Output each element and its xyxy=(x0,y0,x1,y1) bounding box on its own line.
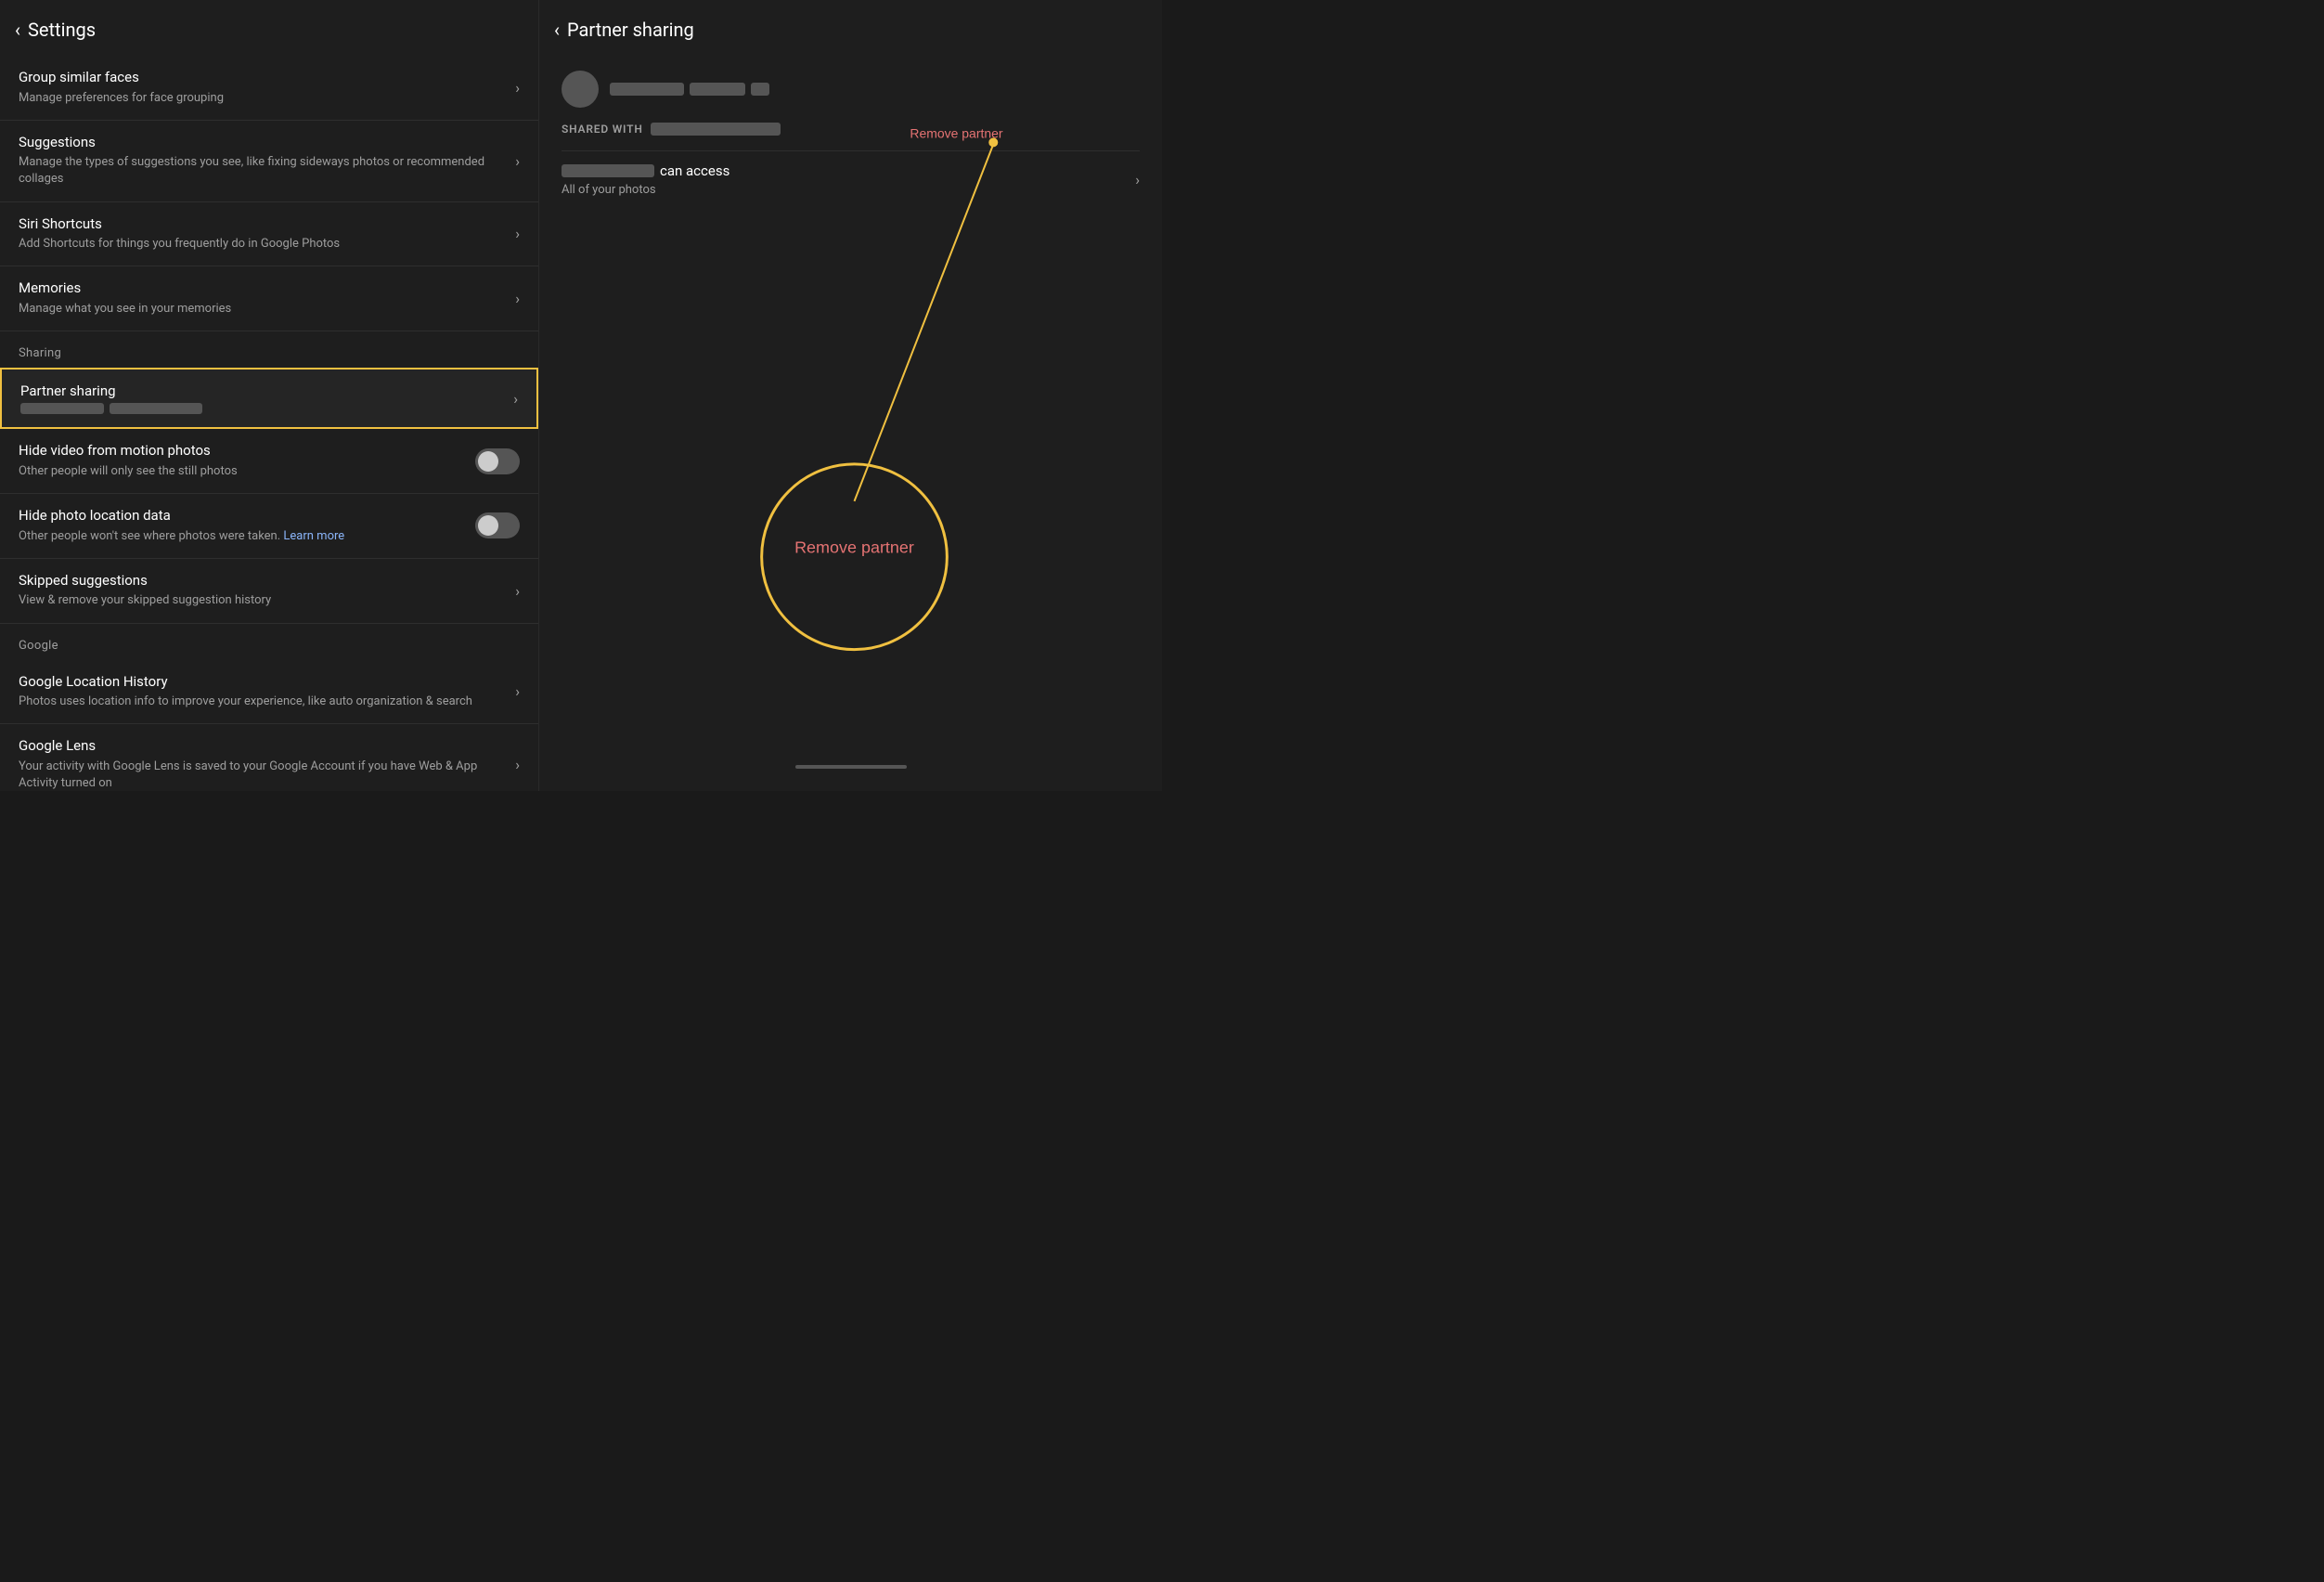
item-subtitle-google-lens: Your activity with Google Lens is saved … xyxy=(19,759,504,791)
bottom-bar xyxy=(795,765,907,769)
partner-account-row xyxy=(562,71,1140,108)
chevron-icon-suggestions: › xyxy=(515,152,520,170)
settings-item-group-similar-faces[interactable]: Group similar faces Manage preferences f… xyxy=(0,56,538,121)
partner-sharing-panel: ‹ Partner sharing SHARED WITH can access xyxy=(538,0,1162,791)
name-block-3 xyxy=(751,83,769,96)
settings-item-hide-video[interactable]: Hide video from motion photos Other peop… xyxy=(0,429,538,494)
partner-sharing-content: SHARED WITH can access All of your photo… xyxy=(539,56,1162,230)
chevron-icon-skipped-suggestions: › xyxy=(515,582,520,600)
settings-item-google-lens[interactable]: Google Lens Your activity with Google Le… xyxy=(0,724,538,791)
redacted-name-1 xyxy=(20,403,104,414)
item-subtitle-siri-shortcuts: Add Shortcuts for things you frequently … xyxy=(19,236,504,253)
chevron-icon-memories: › xyxy=(515,290,520,307)
hide-location-toggle[interactable] xyxy=(475,512,520,538)
item-subtitle-partner-sharing xyxy=(20,403,502,414)
settings-item-skipped-suggestions[interactable]: Skipped suggestions View & remove your s… xyxy=(0,559,538,624)
item-title-google-lens: Google Lens xyxy=(19,737,504,756)
item-title-suggestions: Suggestions xyxy=(19,134,504,152)
name-block-1 xyxy=(610,83,684,96)
access-name-block xyxy=(562,164,654,177)
redacted-name-2 xyxy=(110,403,202,414)
partner-sharing-title: Partner sharing xyxy=(567,19,694,41)
chevron-icon-google-lens: › xyxy=(515,756,520,773)
learn-more-link[interactable]: Learn more xyxy=(283,529,344,543)
chevron-icon-group-similar-faces: › xyxy=(515,79,520,97)
shared-with-row: SHARED WITH xyxy=(562,123,1140,136)
access-subtitle: All of your photos xyxy=(562,183,1135,197)
chevron-icon-access: › xyxy=(1135,171,1140,188)
settings-panel: ‹ Settings Group similar faces Manage pr… xyxy=(0,0,538,791)
item-title-siri-shortcuts: Siri Shortcuts xyxy=(19,215,504,234)
settings-back-button[interactable]: ‹ xyxy=(15,19,20,41)
item-subtitle-hide-video: Other people will only see the still pho… xyxy=(19,463,464,480)
sharing-section-label: Sharing xyxy=(0,331,538,368)
settings-item-suggestions[interactable]: Suggestions Manage the types of suggesti… xyxy=(0,121,538,202)
settings-item-hide-location[interactable]: Hide photo location data Other people wo… xyxy=(0,494,538,559)
item-subtitle-google-location: Photos uses location info to improve you… xyxy=(19,694,504,710)
settings-item-google-location[interactable]: Google Location History Photos uses loca… xyxy=(0,660,538,725)
item-title-google-location: Google Location History xyxy=(19,673,504,692)
item-subtitle-memories: Manage what you see in your memories xyxy=(19,301,504,318)
settings-item-memories[interactable]: Memories Manage what you see in your mem… xyxy=(0,266,538,331)
settings-title: Settings xyxy=(28,19,96,41)
chevron-icon-google-location: › xyxy=(515,682,520,700)
settings-list: Group similar faces Manage preferences f… xyxy=(0,56,538,791)
svg-text:Remove partner: Remove partner xyxy=(794,538,914,557)
chevron-icon-partner-sharing: › xyxy=(513,390,518,408)
hide-video-toggle[interactable] xyxy=(475,448,520,474)
item-title-hide-video: Hide video from motion photos xyxy=(19,442,464,460)
item-title-memories: Memories xyxy=(19,279,504,298)
shared-name-redacted xyxy=(651,123,781,136)
item-subtitle-hide-location: Other people won't see where photos were… xyxy=(19,528,464,545)
settings-item-partner-sharing[interactable]: Partner sharing › xyxy=(0,368,538,430)
item-subtitle-skipped-suggestions: View & remove your skipped suggestion hi… xyxy=(19,592,504,609)
item-title-skipped-suggestions: Skipped suggestions xyxy=(19,572,504,590)
item-title-group-similar-faces: Group similar faces xyxy=(19,69,504,87)
item-title-hide-location: Hide photo location data xyxy=(19,507,464,525)
shared-with-label: SHARED WITH xyxy=(562,123,643,136)
partner-sharing-header: ‹ Partner sharing xyxy=(539,0,1162,56)
item-title-partner-sharing: Partner sharing xyxy=(20,383,502,401)
access-row[interactable]: can access All of your photos › xyxy=(562,150,1140,208)
partner-name-redacted xyxy=(610,83,769,96)
partner-avatar xyxy=(562,71,599,108)
partner-back-button[interactable]: ‹ xyxy=(554,19,560,41)
item-subtitle-suggestions: Manage the types of suggestions you see,… xyxy=(19,154,504,188)
settings-header: ‹ Settings xyxy=(0,0,538,56)
item-subtitle-group-similar-faces: Manage preferences for face grouping xyxy=(19,90,504,107)
settings-item-siri-shortcuts[interactable]: Siri Shortcuts Add Shortcuts for things … xyxy=(0,202,538,267)
name-block-2 xyxy=(690,83,745,96)
access-can-text: can access xyxy=(660,162,729,179)
google-section-label: Google xyxy=(0,624,538,660)
chevron-icon-siri-shortcuts: › xyxy=(515,225,520,242)
bottom-bar-container xyxy=(539,758,1162,791)
